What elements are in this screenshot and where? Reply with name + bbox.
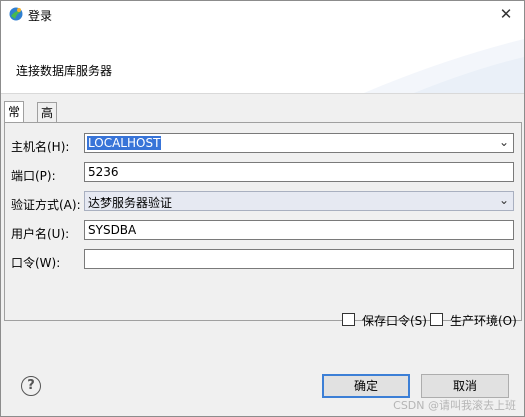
banner-decoration: [364, 39, 524, 93]
ok-button-label: 确定: [353, 379, 378, 393]
user-label: 用户名(U):: [11, 227, 70, 241]
cancel-button[interactable]: 取消: [421, 374, 509, 398]
production-env-checkbox[interactable]: [430, 313, 443, 326]
host-value: LOCALHOST: [87, 136, 162, 150]
chevron-down-icon[interactable]: ⌄: [499, 193, 509, 207]
auth-label: 验证方式(A):: [11, 198, 81, 212]
host-combobox[interactable]: LOCALHOST ⌄: [84, 133, 514, 153]
chevron-down-icon[interactable]: ⌄: [499, 135, 509, 149]
port-value: 5236: [88, 165, 119, 179]
cancel-button-label: 取消: [452, 379, 477, 393]
tab-advanced[interactable]: 高级: [37, 102, 58, 140]
close-icon: ✕: [499, 5, 513, 23]
host-label: 主机名(H):: [11, 140, 70, 154]
password-label: 口令(W):: [11, 256, 61, 270]
save-password-label[interactable]: 保存口令(S): [362, 312, 427, 329]
save-password-checkbox[interactable]: [342, 313, 355, 326]
user-value: SYSDBA: [88, 223, 137, 237]
user-input[interactable]: SYSDBA: [84, 220, 514, 240]
title-bar: 登录 ✕: [1, 1, 524, 29]
help-icon[interactable]: ?: [21, 376, 41, 396]
production-env-label[interactable]: 生产环境(O): [450, 312, 517, 329]
auth-value: 达梦服务器验证: [88, 196, 173, 210]
dm-logo-icon: [9, 7, 23, 21]
general-panel: 主机名(H): LOCALHOST ⌄ 端口(P): 5236 验证方式(A):…: [4, 122, 522, 328]
auth-combobox[interactable]: 达梦服务器验证 ⌄: [84, 191, 514, 211]
header-banner: 连接数据库服务器: [1, 29, 524, 94]
tab-general[interactable]: 常规: [4, 101, 25, 139]
close-button[interactable]: ✕: [494, 3, 518, 25]
banner-text: 连接数据库服务器: [16, 64, 113, 78]
password-input[interactable]: [84, 249, 514, 269]
port-input[interactable]: 5236: [84, 162, 514, 182]
ok-button[interactable]: 确定: [322, 374, 410, 398]
port-label: 端口(P):: [11, 169, 56, 183]
watermark: CSDN @请叫我滚去上班: [393, 399, 516, 412]
window-title: 登录: [28, 9, 53, 23]
login-dialog: 登录 ✕ 连接数据库服务器 常规 高级 主机名(H): LOCALHOST ⌄ …: [0, 0, 525, 417]
